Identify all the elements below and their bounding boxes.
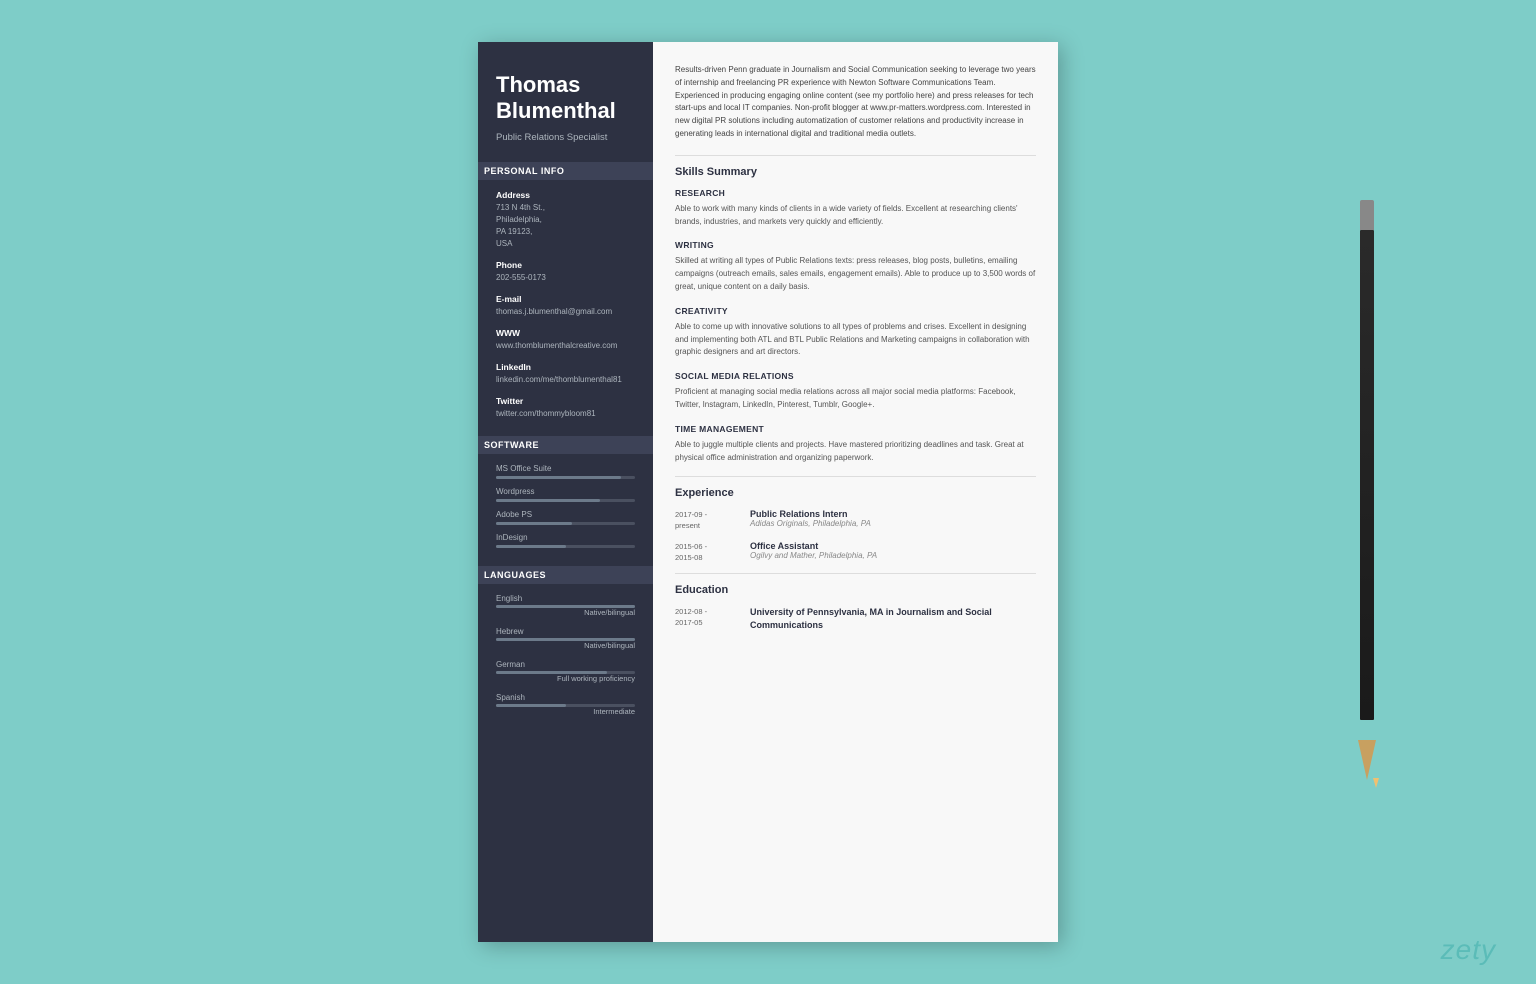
skill-wordpress-name: Wordpress: [496, 487, 635, 496]
lang-spanish-level: Intermediate: [496, 707, 635, 716]
skill-creativity: CREATIVITY Able to come up with innovati…: [675, 306, 1036, 359]
www-value: www.thomblumenthalcreative.com: [496, 340, 635, 352]
research-desc: Able to work with many kinds of clients …: [675, 203, 1036, 229]
skill-ms-office-name: MS Office Suite: [496, 464, 635, 473]
skill-indesign-name: InDesign: [496, 533, 635, 542]
lang-hebrew-name: Hebrew: [496, 627, 635, 636]
skill-writing: WRITING Skilled at writing all types of …: [675, 240, 1036, 293]
skill-wordpress: Wordpress: [496, 487, 635, 502]
exp-1-details: Public Relations Intern Adidas Originals…: [750, 509, 871, 531]
education-item-1: 2012-08 -2017-05 University of Pennsylva…: [675, 606, 1036, 631]
twitter-item: Twitter twitter.com/thommybloom81: [496, 396, 635, 420]
email-label: E-mail: [496, 294, 635, 304]
software-header: Software: [478, 436, 653, 454]
sidebar: Thomas Blumenthal Public Relations Speci…: [478, 42, 653, 942]
address-item: Address 713 N 4th St.,Philadelphia,PA 19…: [496, 190, 635, 250]
lang-german-level: Full working proficiency: [496, 674, 635, 683]
research-title: RESEARCH: [675, 188, 1036, 198]
creativity-title: CREATIVITY: [675, 306, 1036, 316]
software-list: MS Office Suite Wordpress Adobe PS InDes…: [496, 464, 635, 548]
lang-hebrew-level: Native/bilingual: [496, 641, 635, 650]
divider-2: [675, 476, 1036, 477]
exp-2-title: Office Assistant: [750, 541, 877, 551]
candidate-name: Thomas Blumenthal: [496, 72, 635, 125]
divider-3: [675, 573, 1036, 574]
edu-1-dates: 2012-08 -2017-05: [675, 606, 750, 631]
skill-ms-office: MS Office Suite: [496, 464, 635, 479]
languages-header: Languages: [478, 566, 653, 584]
time-management-title: TIME MANAGEMENT: [675, 424, 1036, 434]
creativity-desc: Able to come up with innovative solution…: [675, 321, 1036, 359]
lang-english-level: Native/bilingual: [496, 608, 635, 617]
personal-info-header: Personal Info: [478, 162, 653, 180]
pencil: [1358, 200, 1376, 780]
skill-time-management: TIME MANAGEMENT Able to juggle multiple …: [675, 424, 1036, 465]
lang-german-name: German: [496, 660, 635, 669]
writing-title: WRITING: [675, 240, 1036, 250]
linkedin-item: LinkedIn linkedin.com/me/thomblumenthal8…: [496, 362, 635, 386]
exp-2-company: Ogilvy and Mather, Philadelphia, PA: [750, 551, 877, 560]
lang-spanish: Spanish Intermediate: [496, 693, 635, 716]
languages-list: English Native/bilingual Hebrew Native/b…: [496, 594, 635, 716]
exp-2-dates: 2015-06 -2015-08: [675, 541, 750, 563]
www-label: WWW: [496, 328, 635, 338]
lang-hebrew: Hebrew Native/bilingual: [496, 627, 635, 650]
divider-1: [675, 155, 1036, 156]
lang-english-name: English: [496, 594, 635, 603]
exp-1-dates: 2017-09 -present: [675, 509, 750, 531]
zety-watermark: zety: [1441, 934, 1496, 966]
experience-section-title: Experience: [675, 487, 1036, 499]
resume-document: Thomas Blumenthal Public Relations Speci…: [478, 42, 1058, 942]
edu-1-details: University of Pennsylvania, MA in Journa…: [750, 606, 1036, 631]
email-value: thomas.j.blumenthal@gmail.com: [496, 306, 635, 318]
main-content: Results-driven Penn graduate in Journali…: [653, 42, 1058, 942]
lang-english: English Native/bilingual: [496, 594, 635, 617]
social-media-desc: Proficient at managing social media rela…: [675, 386, 1036, 412]
lang-spanish-name: Spanish: [496, 693, 635, 702]
phone-value: 202-555-0173: [496, 272, 635, 284]
twitter-label: Twitter: [496, 396, 635, 406]
email-item: E-mail thomas.j.blumenthal@gmail.com: [496, 294, 635, 318]
skill-research: RESEARCH Able to work with many kinds of…: [675, 188, 1036, 229]
linkedin-value: linkedin.com/me/thomblumenthal81: [496, 374, 635, 386]
phone-label: Phone: [496, 260, 635, 270]
exp-1-title: Public Relations Intern: [750, 509, 871, 519]
linkedin-label: LinkedIn: [496, 362, 635, 372]
lang-german: German Full working proficiency: [496, 660, 635, 683]
time-management-desc: Able to juggle multiple clients and proj…: [675, 439, 1036, 465]
experience-item-2: 2015-06 -2015-08 Office Assistant Ogilvy…: [675, 541, 1036, 563]
skill-adobe-ps: Adobe PS: [496, 510, 635, 525]
experience-item-1: 2017-09 -present Public Relations Intern…: [675, 509, 1036, 531]
twitter-value: twitter.com/thommybloom81: [496, 408, 635, 420]
skill-social-media: SOCIAL MEDIA RELATIONS Proficient at man…: [675, 371, 1036, 412]
www-item: WWW www.thomblumenthalcreative.com: [496, 328, 635, 352]
writing-desc: Skilled at writing all types of Public R…: [675, 255, 1036, 293]
address-label: Address: [496, 190, 635, 200]
candidate-title: Public Relations Specialist: [496, 131, 635, 144]
address-value: 713 N 4th St.,Philadelphia,PA 19123,USA: [496, 202, 635, 250]
skill-adobe-ps-name: Adobe PS: [496, 510, 635, 519]
phone-item: Phone 202-555-0173: [496, 260, 635, 284]
summary-text: Results-driven Penn graduate in Journali…: [675, 64, 1036, 141]
skills-section-title: Skills Summary: [675, 166, 1036, 178]
skill-indesign: InDesign: [496, 533, 635, 548]
social-media-title: SOCIAL MEDIA RELATIONS: [675, 371, 1036, 381]
exp-2-details: Office Assistant Ogilvy and Mather, Phil…: [750, 541, 877, 563]
exp-1-company: Adidas Originals, Philadelphia, PA: [750, 519, 871, 528]
edu-1-degree: University of Pennsylvania, MA in Journa…: [750, 606, 1036, 631]
education-section-title: Education: [675, 584, 1036, 596]
